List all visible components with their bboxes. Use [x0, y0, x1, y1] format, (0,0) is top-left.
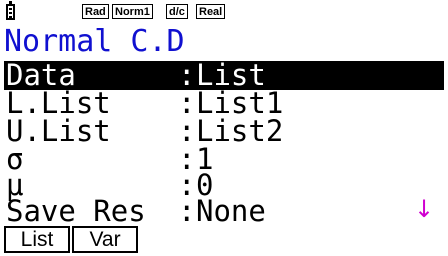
f1-list-button[interactable]: List	[4, 226, 70, 253]
setting-row-upper-list[interactable]: U.List : List2	[0, 117, 448, 146]
setting-label: Save Res	[6, 194, 146, 228]
separator-colon: :	[178, 194, 196, 228]
setting-row-save-res[interactable]: Save Res : None	[0, 197, 448, 226]
display-mode-badge: Norm1	[112, 4, 153, 19]
fraction-mode-badge: d/c	[166, 4, 188, 19]
scroll-down-arrow-icon: ↓	[413, 195, 435, 223]
complex-mode-badge: Real	[196, 4, 226, 19]
battery-icon	[6, 1, 15, 20]
angle-mode-badge: Rad	[82, 4, 109, 19]
setting-value: None	[196, 194, 266, 228]
setting-row-sigma[interactable]: σ : 1	[0, 145, 448, 174]
f2-var-button[interactable]: Var	[72, 226, 138, 253]
page-title: Normal C.D	[4, 24, 185, 59]
calculator-screen: Rad Norm1 d/c Real Normal C.D Data : Lis…	[0, 0, 448, 256]
function-key-bar: List Var	[0, 226, 448, 254]
